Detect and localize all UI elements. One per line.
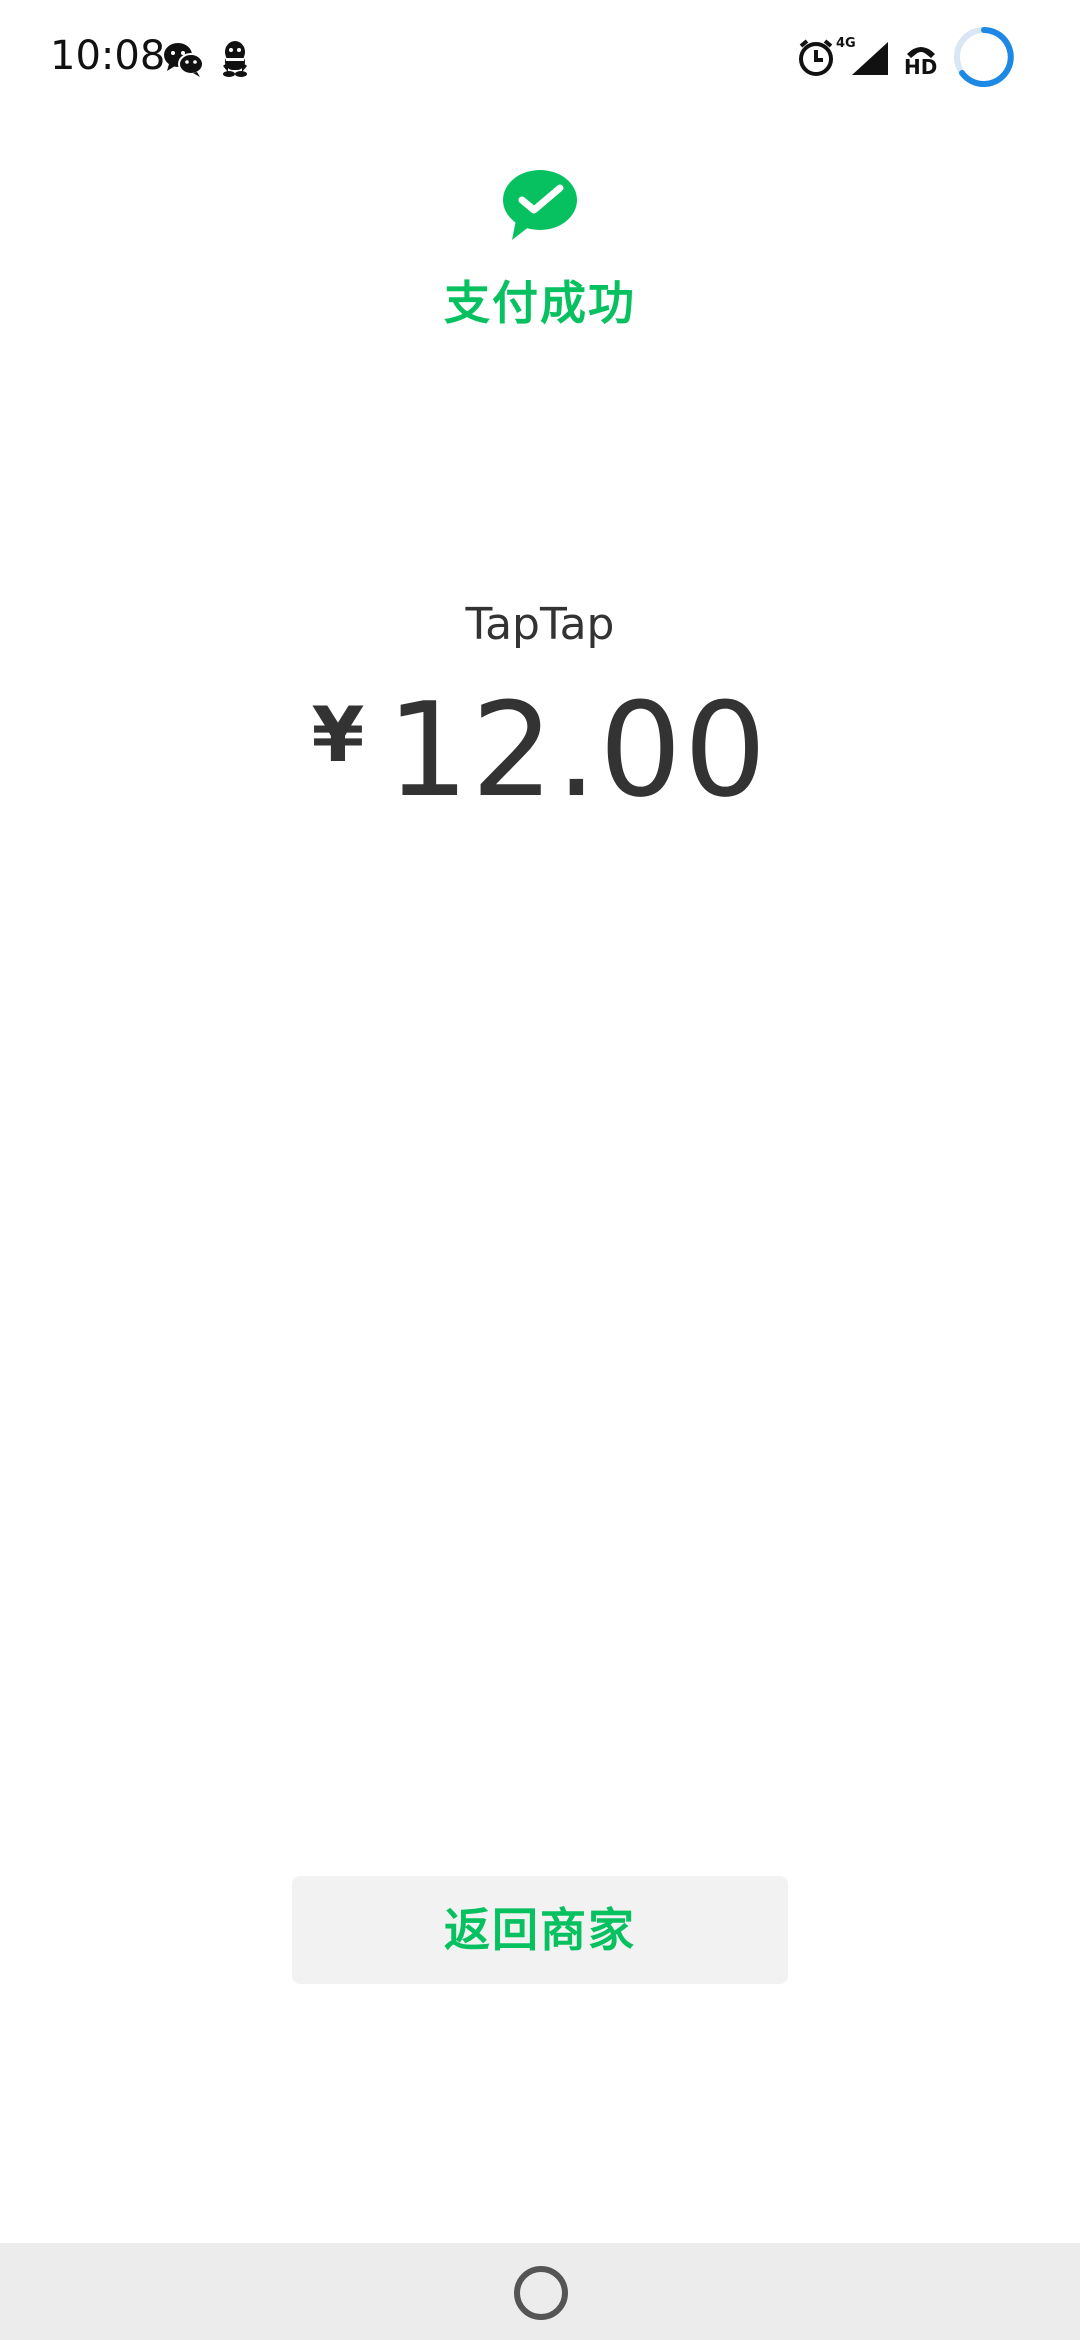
- status-time: 10:08: [50, 33, 166, 79]
- payment-success-title: 支付成功: [444, 276, 636, 330]
- wechat-icon: [164, 43, 204, 77]
- amount-value: 12.00: [386, 674, 769, 826]
- home-circle-icon[interactable]: [514, 2266, 568, 2320]
- return-to-merchant-button[interactable]: 返回商家: [292, 1876, 788, 1984]
- currency-symbol: ¥: [311, 690, 365, 779]
- payment-amount: ¥12.00: [0, 680, 1080, 830]
- alarm-icon: [799, 39, 833, 76]
- hd-label: HD: [904, 55, 938, 79]
- merchant-name: TapTap: [465, 599, 615, 650]
- loading-ring-icon: [954, 27, 1014, 87]
- cellular-4g-signal-icon: [852, 42, 888, 75]
- status-bar: 10:08 4G HD: [0, 0, 1080, 120]
- qq-icon: [223, 41, 247, 77]
- navigation-bar: [0, 2243, 1080, 2340]
- wechat-pay-check-icon: [503, 170, 577, 240]
